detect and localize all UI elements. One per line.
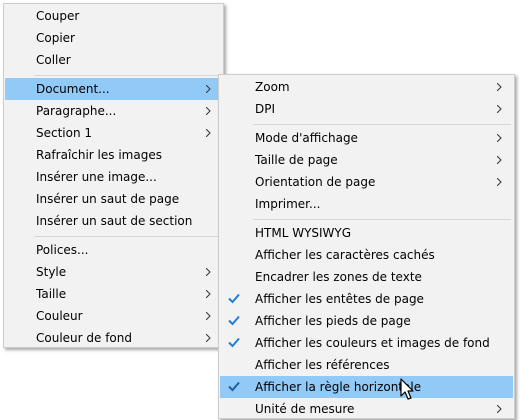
chevron-right-icon (497, 127, 505, 149)
menu-item-label: Taille de page (255, 153, 338, 167)
menu-item-label: Encadrer les zones de texte (255, 270, 422, 284)
menu-item-label: HTML WYSIWYG (255, 226, 352, 240)
menu-item-label: Rafraîchir les images (36, 148, 162, 162)
menu-item-paste[interactable]: Coller (5, 49, 222, 71)
chevron-right-icon (206, 327, 214, 349)
menu-item-label: Insérer une image... (36, 170, 157, 184)
checkmark-icon (228, 332, 242, 354)
chevron-right-icon (206, 122, 214, 144)
menu-item-view-mode[interactable]: Mode d'affichage (220, 127, 513, 149)
menu-item-label: Copier (36, 31, 75, 45)
chevron-right-icon (206, 305, 214, 327)
menu-item-document[interactable]: Document... (5, 78, 222, 100)
checkmark-icon (228, 310, 242, 332)
context-menu: Couper Copier Coller Document... Paragra… (3, 3, 224, 348)
menu-item-insert-page-break[interactable]: Insérer un saut de page (5, 188, 222, 210)
menu-item-label: Insérer un saut de page (36, 192, 180, 206)
menu-item-html-wysiwyg[interactable]: HTML WYSIWYG (220, 222, 513, 244)
menu-item-label: Document... (36, 82, 110, 96)
menu-item-cut[interactable]: Couper (5, 5, 222, 27)
menu-item-label: Afficher les pieds de page (255, 314, 411, 328)
chevron-right-icon (497, 76, 505, 98)
menu-item-label: Afficher les entêtes de page (255, 292, 424, 306)
menu-separator (34, 236, 220, 237)
menu-item-show-footers[interactable]: Afficher les pieds de page (220, 310, 513, 332)
menu-item-frame-text-zones[interactable]: Encadrer les zones de texte (220, 266, 513, 288)
menu-separator (253, 124, 511, 125)
menu-item-color[interactable]: Couleur (5, 305, 222, 327)
chevron-right-icon (497, 398, 505, 420)
menu-item-dpi[interactable]: DPI (220, 98, 513, 120)
menu-item-copy[interactable]: Copier (5, 27, 222, 49)
menu-item-label: DPI (255, 102, 276, 116)
menu-item-size[interactable]: Taille (5, 283, 222, 305)
menu-separator (253, 219, 511, 220)
menu-item-style[interactable]: Style (5, 261, 222, 283)
menu-item-label: Paragraphe... (36, 104, 117, 118)
menu-item-label: Couper (36, 9, 80, 23)
chevron-right-icon (206, 78, 214, 100)
menu-item-print[interactable]: Imprimer... (220, 193, 513, 215)
chevron-right-icon (206, 283, 214, 305)
menu-item-section[interactable]: Section 1 (5, 122, 222, 144)
menu-item-label: Imprimer... (255, 197, 321, 211)
menu-item-label: Polices... (36, 243, 89, 257)
menu-item-label: Mode d'affichage (255, 131, 358, 145)
chevron-right-icon (497, 171, 505, 193)
menu-item-label: Zoom (255, 80, 290, 94)
menu-item-label: Section 1 (36, 126, 93, 140)
menu-item-page-orientation[interactable]: Orientation de page (220, 171, 513, 193)
menu-item-background-color[interactable]: Couleur de fond (5, 327, 222, 349)
menu-item-show-references[interactable]: Afficher les références (220, 354, 513, 376)
menu-item-insert-image[interactable]: Insérer une image... (5, 166, 222, 188)
checkmark-icon (228, 376, 242, 398)
menu-item-label: Couleur (36, 309, 83, 323)
menu-item-paragraph[interactable]: Paragraphe... (5, 100, 222, 122)
menu-item-label: Afficher la règle horizontale (255, 380, 422, 394)
chevron-right-icon (497, 149, 505, 171)
menu-item-label: Coller (36, 53, 71, 67)
menu-item-zoom[interactable]: Zoom (220, 76, 513, 98)
menu-item-refresh-images[interactable]: Rafraîchir les images (5, 144, 222, 166)
menu-separator (34, 75, 220, 76)
menu-item-label: Orientation de page (255, 175, 376, 189)
menu-item-label: Taille (36, 287, 67, 301)
document-submenu: Zoom DPI Mode d'affichage Taille de page… (218, 74, 515, 419)
chevron-right-icon (497, 98, 505, 120)
checkmark-icon (228, 288, 242, 310)
chevron-right-icon (206, 261, 214, 283)
menu-item-label: Afficher les couleurs et images de fond (255, 336, 490, 350)
chevron-right-icon (206, 100, 214, 122)
menu-item-show-hidden-chars[interactable]: Afficher les caractères cachés (220, 244, 513, 266)
menu-item-insert-section-break[interactable]: Insérer un saut de section (5, 210, 222, 232)
menu-item-show-horizontal-ruler[interactable]: Afficher la règle horizontale (220, 376, 513, 398)
menu-item-show-colors-images[interactable]: Afficher les couleurs et images de fond (220, 332, 513, 354)
mouse-cursor-icon (400, 378, 416, 402)
menu-item-page-size[interactable]: Taille de page (220, 149, 513, 171)
menu-item-label: Unité de mesure (255, 402, 355, 416)
menu-item-label: Style (36, 265, 67, 279)
menu-item-fonts[interactable]: Polices... (5, 239, 222, 261)
menu-item-label: Afficher les références (255, 358, 390, 372)
menu-item-label: Afficher les caractères cachés (255, 248, 435, 262)
menu-item-unit[interactable]: Unité de mesure (220, 398, 513, 420)
menu-item-show-headers[interactable]: Afficher les entêtes de page (220, 288, 513, 310)
menu-item-label: Insérer un saut de section (36, 214, 193, 228)
menu-item-label: Couleur de fond (36, 331, 132, 345)
